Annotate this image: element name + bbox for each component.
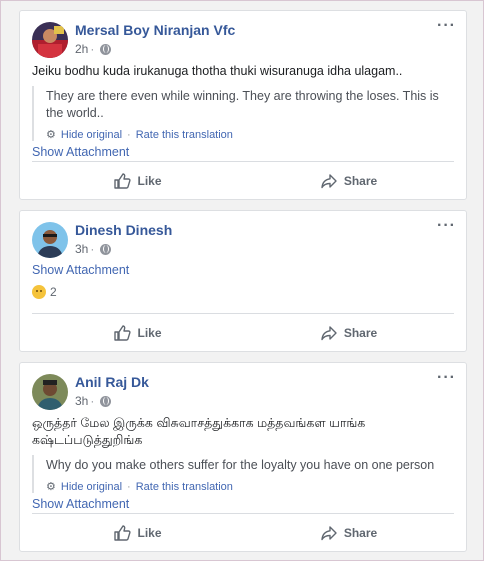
like-button[interactable]: Like (32, 514, 243, 551)
share-button[interactable]: Share (243, 162, 454, 199)
comment-text: Jeiku bodhu kuda irukanuga thotha thuki … (32, 64, 403, 78)
separator: · (127, 128, 131, 141)
avatar[interactable] (32, 22, 68, 58)
like-label: Like (137, 525, 162, 540)
reaction-count: 2 (50, 285, 57, 299)
author-name[interactable]: Dinesh Dinesh (75, 222, 172, 238)
author-name[interactable]: Anil Raj Dk (75, 374, 149, 390)
sad-face-icon (32, 285, 46, 299)
translation-block: Why do you make others suffer for the lo… (32, 455, 454, 493)
reaction-summary[interactable]: 2 (32, 285, 454, 299)
share-button[interactable]: Share (243, 314, 454, 351)
comment-header: Mersal Boy Niranjan Vfc 2h · ··· (20, 11, 466, 63)
globe-icon (100, 243, 112, 255)
timestamp[interactable]: 3h (75, 242, 88, 256)
translation-links: ⚙ Hide original · Rate this translation (46, 480, 454, 494)
ellipsis-icon[interactable]: ··· (437, 369, 456, 387)
rate-translation-link[interactable]: Rate this translation (136, 481, 233, 493)
comment-text: ஒருத்தர் மேல இருக்க விசுவாசத்துக்காக மத்… (32, 416, 366, 447)
timestamp[interactable]: 2h (75, 42, 88, 56)
hide-original-link[interactable]: Hide original (61, 129, 122, 141)
translation-text: Why do you make others suffer for the lo… (46, 458, 435, 472)
like-label: Like (137, 325, 162, 340)
author-name[interactable]: Mersal Boy Niranjan Vfc (75, 22, 235, 38)
page-frame: Mersal Boy Niranjan Vfc 2h · ··· Jeiku b… (0, 0, 484, 561)
separator: · (127, 480, 131, 493)
rate-translation-link[interactable]: Rate this translation (136, 129, 233, 141)
timestamp[interactable]: 3h (75, 394, 88, 408)
translation-text: They are there even while winning. They … (46, 89, 439, 120)
show-attachment-link[interactable]: Show Attachment (32, 145, 454, 159)
gear-icon[interactable]: ⚙ (46, 480, 56, 493)
action-bar: Like Share (32, 313, 454, 351)
comment-meta: 3h · (75, 394, 112, 408)
action-bar: Like Share (32, 513, 454, 551)
gear-icon[interactable]: ⚙ (46, 128, 56, 141)
comment-card: Anil Raj Dk 3h · ··· ஒருத்தர் மேல இருக்க… (19, 362, 467, 552)
share-label: Share (343, 325, 378, 340)
hide-original-link[interactable]: Hide original (61, 481, 122, 493)
share-arrow-icon (321, 325, 337, 340)
comment-header: Dinesh Dinesh 3h · ··· (20, 211, 466, 263)
share-label: Share (343, 173, 378, 188)
thumbs-up-icon (114, 172, 132, 189)
share-button[interactable]: Share (243, 514, 454, 551)
comment-card: Dinesh Dinesh 3h · ··· Show Attachment 2… (19, 210, 467, 352)
share-arrow-icon (321, 525, 337, 540)
avatar[interactable] (32, 222, 68, 258)
comment-meta: 2h · (75, 42, 112, 56)
comment-header: Anil Raj Dk 3h · ··· (20, 363, 466, 415)
thumbs-up-icon (114, 524, 132, 541)
globe-icon (100, 43, 112, 55)
like-label: Like (137, 173, 162, 188)
comment-meta: 3h · (75, 242, 112, 256)
action-bar: Like Share (32, 161, 454, 199)
show-attachment-link[interactable]: Show Attachment (32, 263, 454, 277)
avatar[interactable] (32, 374, 68, 410)
ellipsis-icon[interactable]: ··· (437, 217, 456, 235)
share-label: Share (343, 525, 378, 540)
ellipsis-icon[interactable]: ··· (437, 17, 456, 35)
translation-links: ⚙ Hide original · Rate this translation (46, 128, 454, 142)
thumbs-up-icon (114, 324, 132, 341)
like-button[interactable]: Like (32, 162, 243, 199)
share-arrow-icon (321, 173, 337, 188)
like-button[interactable]: Like (32, 314, 243, 351)
show-attachment-link[interactable]: Show Attachment (32, 497, 454, 511)
comment-card: Mersal Boy Niranjan Vfc 2h · ··· Jeiku b… (19, 10, 467, 200)
translation-block: They are there even while winning. They … (32, 86, 454, 141)
globe-icon (100, 395, 112, 407)
